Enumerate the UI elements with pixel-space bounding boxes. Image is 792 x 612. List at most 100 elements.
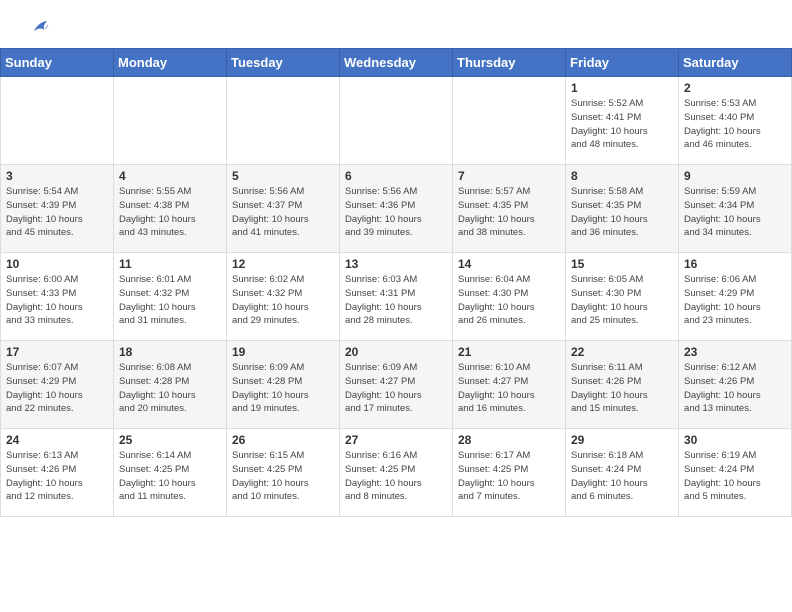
day-number: 5: [232, 169, 334, 183]
calendar-cell: 14 Sunrise: 6:04 AM Sunset: 4:30 PM Dayli…: [453, 253, 566, 341]
day-number: 12: [232, 257, 334, 271]
calendar-cell: 10 Sunrise: 6:00 AM Sunset: 4:33 PM Dayli…: [1, 253, 114, 341]
day-info: Sunrise: 5:57 AM Sunset: 4:35 PM Dayligh…: [458, 185, 560, 240]
calendar-cell: 29 Sunrise: 6:18 AM Sunset: 4:24 PM Dayli…: [566, 429, 679, 517]
calendar-cell: [1, 77, 114, 165]
day-info: Sunrise: 6:14 AM Sunset: 4:25 PM Dayligh…: [119, 449, 221, 504]
calendar-cell: 1Sunrise: 5:52 AM Sunset: 4:41 PM Daylig…: [566, 77, 679, 165]
calendar-cell: 24 Sunrise: 6:13 AM Sunset: 4:26 PM Dayli…: [1, 429, 114, 517]
page-header: [0, 0, 792, 48]
calendar-cell: 16 Sunrise: 6:06 AM Sunset: 4:29 PM Dayli…: [679, 253, 792, 341]
day-number: 16: [684, 257, 786, 271]
logo: [24, 18, 50, 40]
day-number: 14: [458, 257, 560, 271]
day-info: Sunrise: 6:05 AM Sunset: 4:30 PM Dayligh…: [571, 273, 673, 328]
day-info: Sunrise: 6:17 AM Sunset: 4:25 PM Dayligh…: [458, 449, 560, 504]
day-number: 22: [571, 345, 673, 359]
calendar-cell: 27 Sunrise: 6:16 AM Sunset: 4:25 PM Dayli…: [340, 429, 453, 517]
day-info: Sunrise: 5:55 AM Sunset: 4:38 PM Dayligh…: [119, 185, 221, 240]
calendar-cell: 12 Sunrise: 6:02 AM Sunset: 4:32 PM Dayli…: [227, 253, 340, 341]
calendar-cell: 26 Sunrise: 6:15 AM Sunset: 4:25 PM Dayli…: [227, 429, 340, 517]
day-number: 10: [6, 257, 108, 271]
calendar-cell: 21 Sunrise: 6:10 AM Sunset: 4:27 PM Dayli…: [453, 341, 566, 429]
calendar-week-row: 10 Sunrise: 6:00 AM Sunset: 4:33 PM Dayli…: [1, 253, 792, 341]
weekday-header: Thursday: [453, 49, 566, 77]
weekday-header: Wednesday: [340, 49, 453, 77]
day-info: Sunrise: 6:07 AM Sunset: 4:29 PM Dayligh…: [6, 361, 108, 416]
day-info: Sunrise: 6:03 AM Sunset: 4:31 PM Dayligh…: [345, 273, 447, 328]
calendar-cell: 6 Sunrise: 5:56 AM Sunset: 4:36 PM Daylig…: [340, 165, 453, 253]
day-info: Sunrise: 6:04 AM Sunset: 4:30 PM Dayligh…: [458, 273, 560, 328]
day-info: Sunrise: 6:06 AM Sunset: 4:29 PM Dayligh…: [684, 273, 786, 328]
calendar-week-row: 17 Sunrise: 6:07 AM Sunset: 4:29 PM Dayli…: [1, 341, 792, 429]
day-number: 15: [571, 257, 673, 271]
weekday-header: Sunday: [1, 49, 114, 77]
day-info: Sunrise: 6:01 AM Sunset: 4:32 PM Dayligh…: [119, 273, 221, 328]
day-info: Sunrise: 6:02 AM Sunset: 4:32 PM Dayligh…: [232, 273, 334, 328]
day-number: 11: [119, 257, 221, 271]
weekday-header: Monday: [114, 49, 227, 77]
calendar-cell: 18Sunrise: 6:08 AM Sunset: 4:28 PM Dayli…: [114, 341, 227, 429]
calendar-cell: 22 Sunrise: 6:11 AM Sunset: 4:26 PM Dayli…: [566, 341, 679, 429]
day-info: Sunrise: 6:12 AM Sunset: 4:26 PM Dayligh…: [684, 361, 786, 416]
day-number: 21: [458, 345, 560, 359]
day-number: 26: [232, 433, 334, 447]
day-info: Sunrise: 5:54 AM Sunset: 4:39 PM Dayligh…: [6, 185, 108, 240]
day-number: 20: [345, 345, 447, 359]
calendar-cell: 19Sunrise: 6:09 AM Sunset: 4:28 PM Dayli…: [227, 341, 340, 429]
weekday-header: Tuesday: [227, 49, 340, 77]
day-info: Sunrise: 6:13 AM Sunset: 4:26 PM Dayligh…: [6, 449, 108, 504]
day-info: Sunrise: 6:08 AM Sunset: 4:28 PM Dayligh…: [119, 361, 221, 416]
calendar-cell: 13 Sunrise: 6:03 AM Sunset: 4:31 PM Dayli…: [340, 253, 453, 341]
calendar-cell: 23Sunrise: 6:12 AM Sunset: 4:26 PM Dayli…: [679, 341, 792, 429]
day-info: Sunrise: 6:16 AM Sunset: 4:25 PM Dayligh…: [345, 449, 447, 504]
calendar-cell: 2Sunrise: 5:53 AM Sunset: 4:40 PM Daylig…: [679, 77, 792, 165]
day-info: Sunrise: 6:09 AM Sunset: 4:28 PM Dayligh…: [232, 361, 334, 416]
calendar-cell: 15 Sunrise: 6:05 AM Sunset: 4:30 PM Dayli…: [566, 253, 679, 341]
calendar-cell: 30 Sunrise: 6:19 AM Sunset: 4:24 PM Dayli…: [679, 429, 792, 517]
day-number: 28: [458, 433, 560, 447]
calendar-cell: 28 Sunrise: 6:17 AM Sunset: 4:25 PM Dayli…: [453, 429, 566, 517]
calendar-cell: 20 Sunrise: 6:09 AM Sunset: 4:27 PM Dayli…: [340, 341, 453, 429]
day-info: Sunrise: 5:59 AM Sunset: 4:34 PM Dayligh…: [684, 185, 786, 240]
day-info: Sunrise: 6:11 AM Sunset: 4:26 PM Dayligh…: [571, 361, 673, 416]
day-number: 29: [571, 433, 673, 447]
logo-bird-icon: [28, 18, 50, 40]
day-info: Sunrise: 6:00 AM Sunset: 4:33 PM Dayligh…: [6, 273, 108, 328]
day-info: Sunrise: 5:56 AM Sunset: 4:37 PM Dayligh…: [232, 185, 334, 240]
day-number: 24: [6, 433, 108, 447]
weekday-header-row: SundayMondayTuesdayWednesdayThursdayFrid…: [1, 49, 792, 77]
day-info: Sunrise: 5:56 AM Sunset: 4:36 PM Dayligh…: [345, 185, 447, 240]
day-number: 7: [458, 169, 560, 183]
calendar-week-row: 24 Sunrise: 6:13 AM Sunset: 4:26 PM Dayli…: [1, 429, 792, 517]
weekday-header: Friday: [566, 49, 679, 77]
day-info: Sunrise: 6:09 AM Sunset: 4:27 PM Dayligh…: [345, 361, 447, 416]
calendar-cell: 25 Sunrise: 6:14 AM Sunset: 4:25 PM Dayli…: [114, 429, 227, 517]
day-info: Sunrise: 6:10 AM Sunset: 4:27 PM Dayligh…: [458, 361, 560, 416]
calendar-cell: 5 Sunrise: 5:56 AM Sunset: 4:37 PM Daylig…: [227, 165, 340, 253]
calendar-cell: [453, 77, 566, 165]
day-number: 27: [345, 433, 447, 447]
day-info: Sunrise: 6:15 AM Sunset: 4:25 PM Dayligh…: [232, 449, 334, 504]
day-number: 3: [6, 169, 108, 183]
calendar-cell: 17 Sunrise: 6:07 AM Sunset: 4:29 PM Dayli…: [1, 341, 114, 429]
day-info: Sunrise: 6:18 AM Sunset: 4:24 PM Dayligh…: [571, 449, 673, 504]
calendar-table: SundayMondayTuesdayWednesdayThursdayFrid…: [0, 48, 792, 517]
day-number: 9: [684, 169, 786, 183]
calendar-cell: 4Sunrise: 5:55 AM Sunset: 4:38 PM Daylig…: [114, 165, 227, 253]
day-number: 6: [345, 169, 447, 183]
calendar-cell: 3 Sunrise: 5:54 AM Sunset: 4:39 PM Daylig…: [1, 165, 114, 253]
calendar-week-row: 3 Sunrise: 5:54 AM Sunset: 4:39 PM Daylig…: [1, 165, 792, 253]
weekday-header: Saturday: [679, 49, 792, 77]
day-info: Sunrise: 5:58 AM Sunset: 4:35 PM Dayligh…: [571, 185, 673, 240]
day-number: 25: [119, 433, 221, 447]
day-number: 17: [6, 345, 108, 359]
day-info: Sunrise: 6:19 AM Sunset: 4:24 PM Dayligh…: [684, 449, 786, 504]
calendar-cell: 9 Sunrise: 5:59 AM Sunset: 4:34 PM Daylig…: [679, 165, 792, 253]
calendar-week-row: 1Sunrise: 5:52 AM Sunset: 4:41 PM Daylig…: [1, 77, 792, 165]
calendar-cell: 11 Sunrise: 6:01 AM Sunset: 4:32 PM Dayli…: [114, 253, 227, 341]
calendar-cell: 7 Sunrise: 5:57 AM Sunset: 4:35 PM Daylig…: [453, 165, 566, 253]
day-number: 13: [345, 257, 447, 271]
day-info: Sunrise: 5:52 AM Sunset: 4:41 PM Dayligh…: [571, 97, 673, 152]
day-number: 30: [684, 433, 786, 447]
